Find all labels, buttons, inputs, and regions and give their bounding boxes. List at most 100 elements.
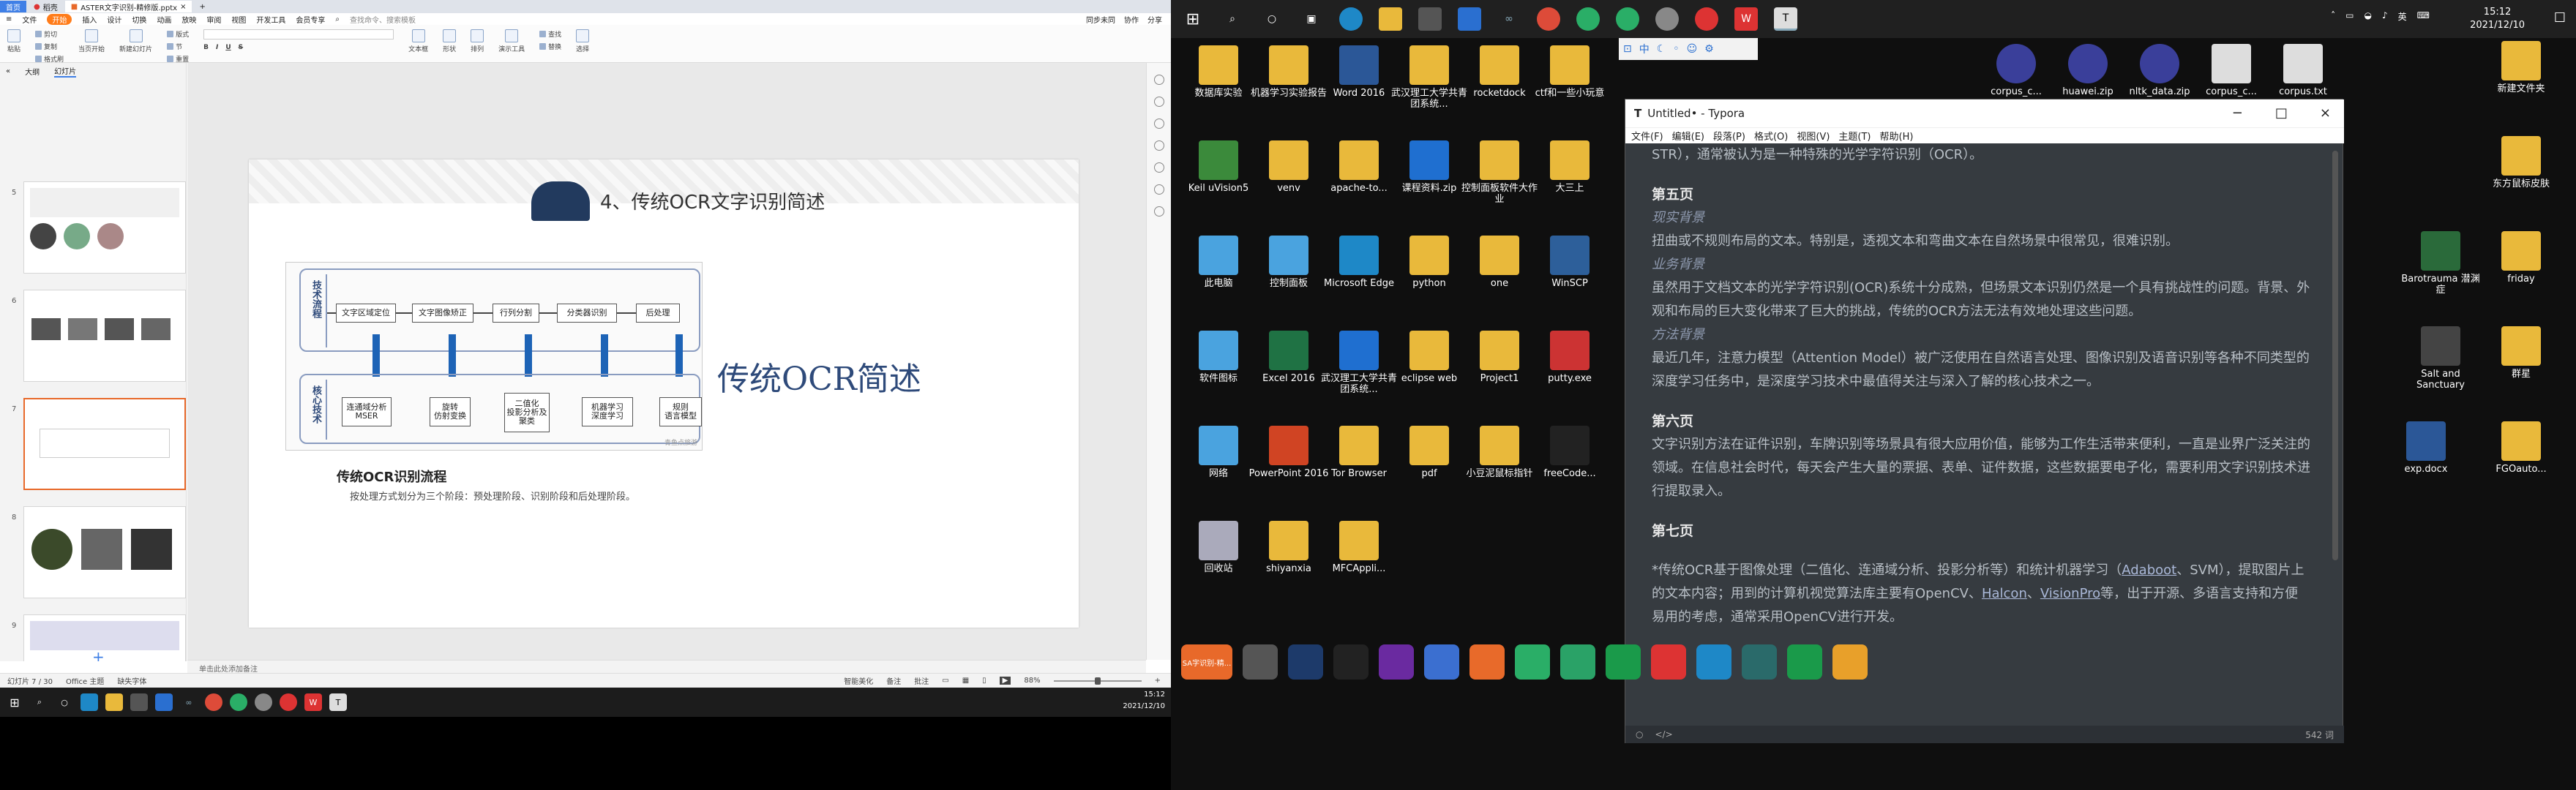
menu-help[interactable]: 帮助(H) bbox=[1880, 129, 1914, 143]
tool-icon[interactable] bbox=[1153, 206, 1164, 217]
desktop-icon[interactable]: 武汉理工大学共青团系统... bbox=[1319, 331, 1399, 395]
tool-icon[interactable] bbox=[1153, 97, 1164, 107]
menu-transition[interactable]: 切换 bbox=[132, 14, 146, 25]
task-view-icon[interactable]: ○ bbox=[1260, 7, 1284, 31]
menu-theme[interactable]: 主题(T) bbox=[1838, 129, 1871, 143]
desktop-icon[interactable]: 回收站 bbox=[1178, 521, 1259, 574]
dock-app-icon[interactable] bbox=[1606, 644, 1641, 680]
tool-icon[interactable] bbox=[1153, 184, 1164, 195]
desktop-icon[interactable]: FGOauto... bbox=[2481, 421, 2561, 475]
dock-app-icon[interactable] bbox=[1696, 644, 1731, 680]
bold-button[interactable]: B bbox=[203, 44, 209, 51]
menu-format[interactable]: 格式(O) bbox=[1754, 129, 1788, 143]
menu-edit[interactable]: 编辑(E) bbox=[1672, 129, 1704, 143]
edge-icon[interactable] bbox=[80, 693, 98, 711]
store-icon[interactable] bbox=[130, 693, 148, 711]
italic-button[interactable]: I bbox=[216, 44, 218, 51]
wechat-icon[interactable] bbox=[230, 693, 247, 711]
collaborate-button[interactable]: 协作 bbox=[1124, 14, 1139, 25]
file-explorer-icon[interactable] bbox=[105, 693, 123, 711]
source-code-icon[interactable]: </> bbox=[1655, 729, 1672, 740]
menu-review[interactable]: 审阅 bbox=[206, 14, 221, 25]
netease-music-icon[interactable] bbox=[280, 693, 297, 711]
select-button[interactable]: 选择 bbox=[576, 29, 589, 53]
menu-member[interactable]: 会员专享 bbox=[296, 14, 325, 25]
desktop-icon[interactable]: Project1 bbox=[1459, 331, 1540, 384]
dock-app-icon[interactable] bbox=[1560, 644, 1595, 680]
underline-button[interactable]: U bbox=[225, 44, 231, 51]
desktop-icon[interactable]: Microsoft Edge bbox=[1319, 236, 1399, 289]
vertical-scrollbar[interactable] bbox=[2332, 151, 2338, 560]
notification-icon[interactable]: ☐ bbox=[2554, 10, 2566, 26]
desktop-icon[interactable]: apache-to... bbox=[1319, 140, 1399, 194]
app-icon[interactable] bbox=[1655, 7, 1679, 31]
slide-thumbnail[interactable] bbox=[23, 290, 186, 382]
zoom-slider[interactable] bbox=[1053, 677, 1142, 685]
slide-thumbnail[interactable] bbox=[23, 614, 186, 661]
new-slide-button[interactable]: 新建幻灯片 bbox=[119, 29, 152, 53]
missing-font-button[interactable]: 缺失字体 bbox=[117, 675, 146, 686]
desktop-icon[interactable]: 小豆泥鼠标指针 bbox=[1459, 426, 1540, 479]
menu-developer[interactable]: 开发工具 bbox=[256, 14, 285, 25]
sync-status[interactable]: 同步未同 bbox=[1086, 14, 1115, 25]
desktop-icon[interactable]: 机器学习实验报告 bbox=[1248, 45, 1329, 99]
close-icon[interactable]: × bbox=[180, 3, 186, 11]
desktop-icon[interactable]: python bbox=[1389, 236, 1469, 289]
add-slide-icon[interactable]: + bbox=[92, 648, 105, 661]
windows-start-icon[interactable]: ⊞ bbox=[6, 693, 23, 711]
dock-app-icon[interactable] bbox=[1379, 644, 1414, 680]
edge-icon[interactable] bbox=[1339, 7, 1363, 31]
desktop-icon[interactable]: shiyanxia bbox=[1248, 521, 1329, 574]
dock-app-icon[interactable] bbox=[1243, 644, 1278, 680]
dock-app-icon[interactable] bbox=[1333, 644, 1368, 680]
menu-file[interactable]: 文件 bbox=[22, 14, 37, 25]
netease-music-icon[interactable] bbox=[1695, 7, 1718, 31]
document-editor[interactable]: STR），通常被认为是一种特殊的光学字符识别（OCR）。 第五页 现实背景 扭曲… bbox=[1652, 143, 2310, 714]
play-from-current-button[interactable]: 当页开始 bbox=[78, 29, 105, 53]
chrome-icon[interactable] bbox=[205, 693, 222, 711]
desktop-icon[interactable]: friday bbox=[2481, 231, 2561, 285]
menu-view[interactable]: 视图(V) bbox=[1797, 129, 1830, 143]
infinity-icon[interactable]: ∞ bbox=[1497, 7, 1521, 31]
menu-insert[interactable]: 插入 bbox=[82, 14, 97, 25]
store-icon[interactable] bbox=[1418, 7, 1442, 31]
typora-icon[interactable]: T bbox=[329, 693, 347, 711]
dock-app-icon[interactable] bbox=[1742, 644, 1777, 680]
desktop-icon[interactable]: one bbox=[1459, 236, 1540, 289]
layout-button[interactable]: 版式 bbox=[167, 29, 189, 39]
desktop-icon[interactable]: 群星 bbox=[2481, 326, 2561, 380]
tab-document[interactable]: ■ ASTER文字识别-精修版.pptx × bbox=[64, 1, 192, 12]
wechat-alt-icon[interactable] bbox=[1616, 7, 1639, 31]
font-name-select[interactable] bbox=[203, 29, 394, 40]
desktop-icon[interactable]: 东方鼠标皮肤 bbox=[2481, 136, 2561, 189]
desktop-file[interactable]: corpus.txt bbox=[2263, 44, 2343, 97]
desktop-icon[interactable]: putty.exe bbox=[1530, 331, 1610, 384]
menu-animation[interactable]: 动画 bbox=[157, 14, 171, 25]
tool-icon[interactable] bbox=[1153, 118, 1164, 129]
file-explorer-icon[interactable] bbox=[1379, 7, 1402, 31]
tab-slides[interactable]: 幻灯片 bbox=[54, 65, 77, 78]
tab-outline[interactable]: 大纲 bbox=[25, 66, 40, 77]
desktop-icon[interactable]: MFCAppli... bbox=[1319, 521, 1399, 574]
mail-icon[interactable] bbox=[1458, 7, 1481, 31]
desktop-icon[interactable]: freeCode... bbox=[1530, 426, 1610, 479]
slide-thumbnail[interactable] bbox=[23, 181, 186, 274]
windows-start-icon[interactable]: ⊞ bbox=[1181, 7, 1205, 31]
share-button[interactable]: 分享 bbox=[1147, 14, 1162, 25]
hamburger-icon[interactable]: ≡ bbox=[6, 15, 12, 23]
desktop-icon[interactable]: Barotrauma 潜渊症 bbox=[2400, 231, 2481, 296]
current-slide[interactable]: 4、传统OCR文字识别简述 技术流程 文字区域定位 文字图像矫正 行列分割 分类… bbox=[249, 159, 1079, 628]
app-icon[interactable] bbox=[255, 693, 272, 711]
wps-icon[interactable]: W bbox=[304, 693, 322, 711]
desktop-icon[interactable]: Tor Browser bbox=[1319, 426, 1399, 479]
tool-icon[interactable] bbox=[1153, 75, 1164, 85]
minimize-icon[interactable]: − bbox=[2232, 105, 2243, 121]
battery-icon[interactable]: ▭ bbox=[2345, 10, 2354, 23]
arrange-button[interactable]: 排列 bbox=[471, 29, 484, 53]
tab-home[interactable]: 首页 bbox=[0, 1, 26, 12]
find-button[interactable]: 查找 bbox=[539, 29, 561, 39]
comment-toggle[interactable]: 批注 bbox=[914, 675, 929, 686]
dock-app-icon[interactable] bbox=[1651, 644, 1686, 680]
tool-icon[interactable] bbox=[1153, 140, 1164, 151]
ime-settings-icon[interactable]: ⚙ bbox=[1704, 43, 1714, 55]
